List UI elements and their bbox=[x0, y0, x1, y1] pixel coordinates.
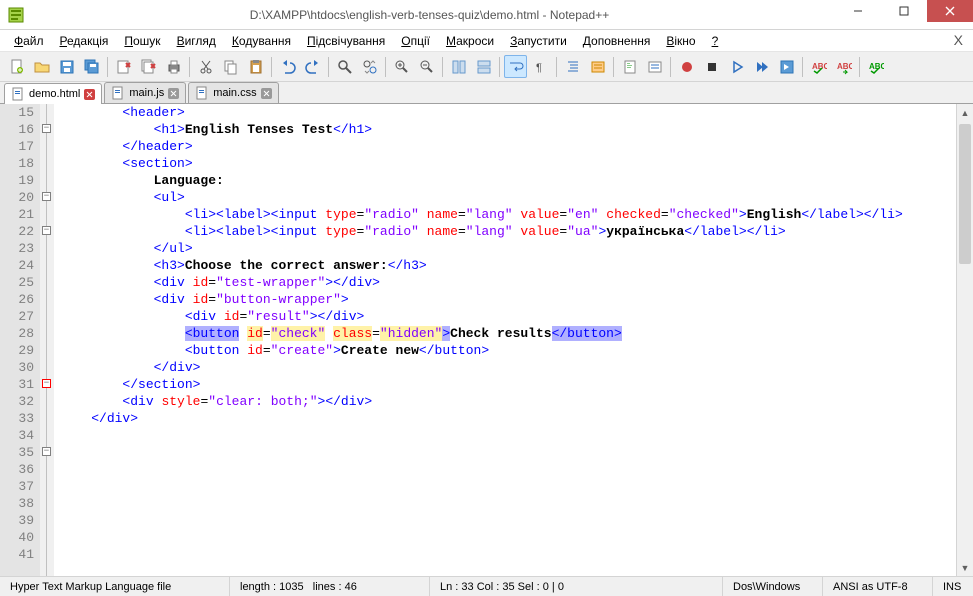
tab-label: main.js bbox=[129, 87, 164, 99]
indent-guide-icon[interactable] bbox=[561, 55, 584, 78]
record-macro-icon[interactable] bbox=[675, 55, 698, 78]
window-title: D:\XAMPP\htdocs\english-verb-tenses-quiz… bbox=[24, 8, 835, 22]
user-lang-icon[interactable] bbox=[586, 55, 609, 78]
toolbar-separator bbox=[328, 57, 329, 77]
menu-file[interactable]: Файл bbox=[6, 32, 52, 50]
status-encoding: ANSI as UTF-8 bbox=[823, 577, 933, 596]
tab-bar: demo.html main.js main.css bbox=[0, 82, 973, 104]
toolbar-separator bbox=[271, 57, 272, 77]
play-multi-icon[interactable] bbox=[750, 55, 773, 78]
save-icon[interactable] bbox=[55, 55, 78, 78]
menu-window[interactable]: Вікно bbox=[658, 32, 703, 50]
doc-map-icon[interactable] bbox=[618, 55, 641, 78]
fold-column[interactable]: −−−−− bbox=[40, 104, 54, 576]
func-list-icon[interactable] bbox=[643, 55, 666, 78]
menu-settings[interactable]: Опції bbox=[393, 32, 438, 50]
tab-close-icon[interactable] bbox=[168, 88, 179, 99]
toolbar-separator bbox=[859, 57, 860, 77]
scroll-down-icon[interactable]: ▼ bbox=[957, 559, 973, 576]
zoom-in-icon[interactable] bbox=[390, 55, 413, 78]
cut-icon[interactable] bbox=[194, 55, 217, 78]
menu-view[interactable]: Вигляд bbox=[169, 32, 224, 50]
menu-run[interactable]: Запустити bbox=[502, 32, 575, 50]
vertical-scrollbar[interactable]: ▲ ▼ bbox=[956, 104, 973, 576]
spellcheck-next-icon[interactable]: ABC bbox=[832, 55, 855, 78]
menu-language[interactable]: Підсвічування bbox=[299, 32, 393, 50]
svg-text:ABC: ABC bbox=[837, 62, 852, 71]
svg-text:¶: ¶ bbox=[536, 62, 542, 74]
redo-icon[interactable] bbox=[301, 55, 324, 78]
open-file-icon[interactable] bbox=[30, 55, 53, 78]
toolbar-separator bbox=[385, 57, 386, 77]
spellcheck-prev-icon[interactable]: ABC bbox=[864, 55, 887, 78]
toolbar-separator bbox=[499, 57, 500, 77]
menu-help[interactable]: ? bbox=[704, 32, 727, 50]
undo-icon[interactable] bbox=[276, 55, 299, 78]
tab-main-css[interactable]: main.css bbox=[188, 82, 278, 103]
status-filetype: Hyper Text Markup Language file bbox=[0, 577, 230, 596]
copy-icon[interactable] bbox=[219, 55, 242, 78]
toolbar-separator bbox=[613, 57, 614, 77]
scroll-up-icon[interactable]: ▲ bbox=[957, 104, 973, 121]
paste-icon[interactable] bbox=[244, 55, 267, 78]
play-macro-icon[interactable] bbox=[725, 55, 748, 78]
menu-edit[interactable]: Редакція bbox=[52, 32, 117, 50]
wordwrap-icon[interactable] bbox=[504, 55, 527, 78]
menu-macro[interactable]: Макроси bbox=[438, 32, 502, 50]
save-macro-icon[interactable] bbox=[775, 55, 798, 78]
file-icon bbox=[195, 86, 209, 100]
stop-macro-icon[interactable] bbox=[700, 55, 723, 78]
code-area[interactable]: <header> <h1>English Tenses Test</h1> </… bbox=[54, 104, 956, 576]
find-icon[interactable] bbox=[333, 55, 356, 78]
zoom-out-icon[interactable] bbox=[415, 55, 438, 78]
toolbar-separator bbox=[802, 57, 803, 77]
menubar-close-doc[interactable]: X bbox=[954, 32, 963, 48]
window-controls bbox=[835, 0, 973, 29]
tab-label: main.css bbox=[213, 87, 256, 99]
status-mode: INS bbox=[933, 577, 973, 596]
tab-main-js[interactable]: main.js bbox=[104, 82, 186, 103]
tab-demo-html[interactable]: demo.html bbox=[4, 83, 102, 104]
file-icon bbox=[11, 87, 25, 101]
status-bar: Hyper Text Markup Language file length :… bbox=[0, 576, 973, 596]
app-icon bbox=[8, 7, 24, 23]
new-file-icon[interactable] bbox=[5, 55, 28, 78]
title-bar: D:\XAMPP\htdocs\english-verb-tenses-quiz… bbox=[0, 0, 973, 30]
sync-h-icon[interactable] bbox=[472, 55, 495, 78]
toolbar-separator bbox=[189, 57, 190, 77]
menu-bar: Файл Редакція Пошук Вигляд Кодування Під… bbox=[0, 30, 973, 52]
menu-encoding[interactable]: Кодування bbox=[224, 32, 299, 50]
toolbar-separator bbox=[442, 57, 443, 77]
tab-close-icon[interactable] bbox=[261, 88, 272, 99]
toolbar-separator bbox=[107, 57, 108, 77]
tab-label: demo.html bbox=[29, 88, 80, 100]
status-length: length : 1035 lines : 46 bbox=[230, 577, 430, 596]
minimize-button[interactable] bbox=[835, 0, 881, 22]
close-file-icon[interactable] bbox=[112, 55, 135, 78]
close-all-icon[interactable] bbox=[137, 55, 160, 78]
spellcheck-icon[interactable]: ABC bbox=[807, 55, 830, 78]
editor[interactable]: 1516171819202122232425262728293031323334… bbox=[0, 104, 973, 576]
status-eol: Dos\Windows bbox=[723, 577, 823, 596]
show-all-chars-icon[interactable]: ¶ bbox=[529, 55, 552, 78]
close-button[interactable] bbox=[927, 0, 973, 22]
scroll-thumb[interactable] bbox=[959, 124, 971, 264]
line-number-gutter: 1516171819202122232425262728293031323334… bbox=[0, 104, 40, 576]
print-icon[interactable] bbox=[162, 55, 185, 78]
toolbar: ¶ ABC ABC ABC bbox=[0, 52, 973, 82]
status-position: Ln : 33 Col : 35 Sel : 0 | 0 bbox=[430, 577, 723, 596]
replace-icon[interactable] bbox=[358, 55, 381, 78]
menu-search[interactable]: Пошук bbox=[116, 32, 168, 50]
toolbar-separator bbox=[556, 57, 557, 77]
toolbar-separator bbox=[670, 57, 671, 77]
tab-close-icon[interactable] bbox=[84, 89, 95, 100]
menu-plugins[interactable]: Доповнення bbox=[575, 32, 659, 50]
save-all-icon[interactable] bbox=[80, 55, 103, 78]
sync-v-icon[interactable] bbox=[447, 55, 470, 78]
maximize-button[interactable] bbox=[881, 0, 927, 22]
file-icon bbox=[111, 86, 125, 100]
